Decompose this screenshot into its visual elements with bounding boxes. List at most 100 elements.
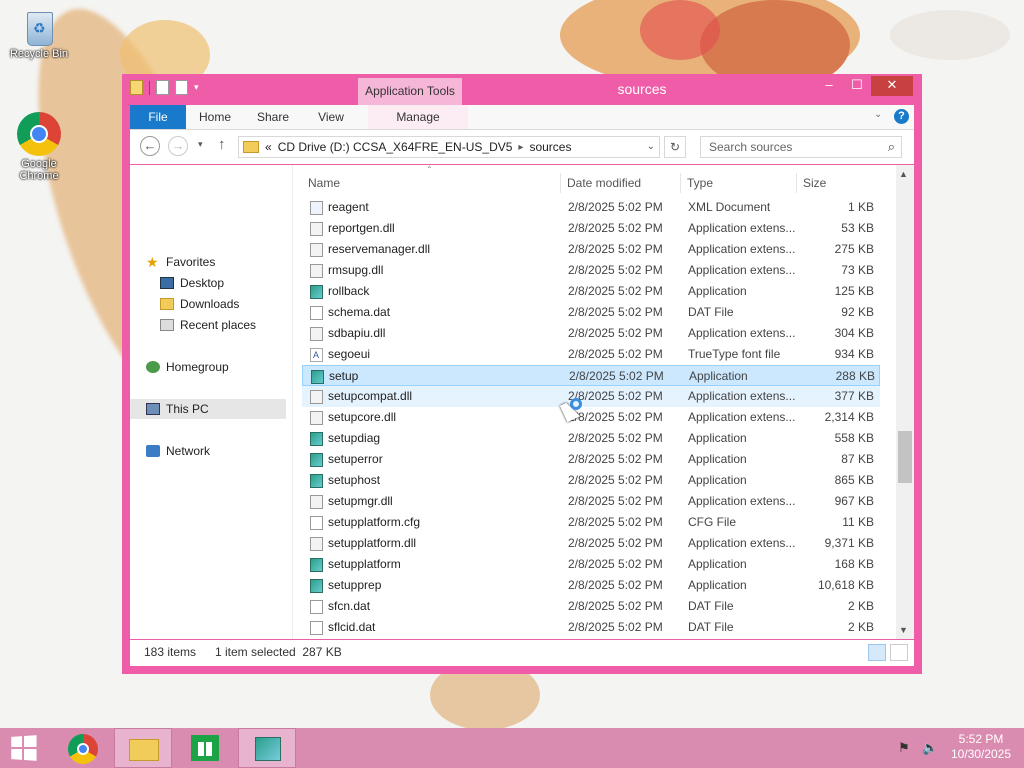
setup-icon [255, 737, 281, 761]
taskbar-file-explorer[interactable] [114, 728, 172, 768]
file-size: 168 KB [834, 557, 874, 571]
file-row[interactable]: setupprep 2/8/2025 5:02 PM Application 10,6… [302, 575, 880, 596]
nav-item-recent-places[interactable]: Recent places [160, 315, 256, 335]
nav-item-desktop[interactable]: Desktop [160, 273, 224, 293]
file-date: 2/8/2025 5:02 PM [568, 263, 663, 277]
app-file-icon [310, 474, 323, 488]
up-button[interactable]: ↑ [218, 136, 226, 153]
help-icon[interactable]: ? [894, 109, 909, 124]
address-dropdown-icon[interactable]: ⌄ [647, 141, 655, 152]
file-name: sdbapiu.dll [328, 326, 386, 340]
refresh-button[interactable]: ↻ [664, 136, 686, 158]
tab-share[interactable]: Share [246, 105, 300, 129]
file-row[interactable]: setupmgr.dll 2/8/2025 5:02 PM Application … [302, 491, 880, 512]
dll-file-icon [310, 264, 323, 278]
desktop-icon-recycle-bin[interactable]: Recycle Bin [4, 6, 74, 60]
tab-view[interactable]: View [306, 105, 356, 129]
file-size: 377 KB [834, 389, 874, 403]
file-row[interactable]: segoeui 2/8/2025 5:02 PM TrueType font fil… [302, 344, 880, 366]
title-bar[interactable]: ▾ Application Tools sources – ☐ ✕ [122, 74, 922, 106]
nav-item-homegroup[interactable]: Homegroup [146, 357, 229, 377]
file-row[interactable]: setup 2/8/2025 5:02 PM Application 288 KB [302, 365, 880, 386]
file-row[interactable]: reagent 2/8/2025 5:02 PM XML Document 1 KB [302, 197, 880, 218]
file-row[interactable]: setupdiag 2/8/2025 5:02 PM Application 558 … [302, 428, 880, 449]
file-row[interactable]: sflcid.dat 2/8/2025 5:02 PM DAT File 2 KB [302, 617, 880, 638]
nav-item-network[interactable]: Network [146, 441, 210, 461]
file-row[interactable]: rmsupg.dll 2/8/2025 5:02 PM Application ex… [302, 260, 880, 281]
forward-button[interactable]: → [168, 136, 188, 156]
back-button[interactable]: ← [140, 136, 160, 156]
file-row[interactable]: setupcore.dll 2/8/2025 5:02 PM Application… [302, 407, 880, 428]
file-row[interactable]: setupplatform.dll 2/8/2025 5:02 PM Applica… [302, 533, 880, 554]
file-row[interactable]: schema.dat 2/8/2025 5:02 PM DAT File 92 KB [302, 302, 880, 323]
column-header-type[interactable]: Type [680, 173, 796, 193]
file-type: Application [688, 557, 747, 571]
desktop-icon-label: Recycle Bin [9, 48, 69, 60]
scroll-up-icon[interactable]: ▲ [899, 169, 908, 179]
chevron-down-icon[interactable]: ▾ [194, 82, 199, 93]
column-header-date[interactable]: Date modified [560, 173, 680, 193]
file-name: reportgen.dll [328, 221, 395, 235]
file-row[interactable]: reportgen.dll 2/8/2025 5:02 PM Application… [302, 218, 880, 239]
taskbar-setup[interactable] [238, 728, 296, 768]
breadcrumb-drive[interactable]: CD Drive (D:) CCSA_X64FRE_EN-US_DV5 [278, 140, 513, 154]
breadcrumb-overflow[interactable]: « [265, 140, 272, 154]
taskbar-chrome[interactable] [56, 728, 114, 768]
desktop-icon-google-chrome[interactable]: Google Chrome [4, 112, 74, 182]
maximize-button[interactable]: ☐ [843, 76, 871, 96]
file-row[interactable]: setuperror 2/8/2025 5:02 PM Application 87 … [302, 449, 880, 470]
dll-file-icon [310, 222, 323, 236]
file-row[interactable]: reservemanager.dll 2/8/2025 5:02 PM Applic… [302, 239, 880, 260]
chrome-icon [17, 112, 61, 156]
nav-item-this-pc[interactable]: This PC [130, 399, 286, 419]
file-size: 2,314 KB [824, 410, 874, 424]
file-date: 2/8/2025 5:02 PM [568, 620, 663, 634]
nav-item-favorites[interactable]: ★ Favorites [146, 252, 215, 272]
expand-ribbon-icon[interactable]: ⌄ [874, 109, 882, 120]
file-row[interactable]: rollback 2/8/2025 5:02 PM Application 125 K… [302, 281, 880, 302]
clock[interactable]: 5:52 PM 10/30/2025 [950, 732, 1012, 762]
file-row[interactable]: setuphost 2/8/2025 5:02 PM Application 865 … [302, 470, 880, 491]
file-name: reagent [328, 200, 369, 214]
file-row[interactable]: sdbapiu.dll 2/8/2025 5:02 PM Application e… [302, 323, 880, 344]
action-center-icon[interactable]: ⚑ [898, 740, 910, 756]
folder-icon[interactable] [130, 80, 143, 95]
nav-item-downloads[interactable]: Downloads [160, 294, 239, 314]
contextual-tab-group: Application Tools [358, 78, 462, 106]
scrollbar-thumb[interactable] [898, 431, 912, 483]
close-button[interactable]: ✕ [871, 76, 913, 96]
search-input[interactable]: Search sources ⌕ [700, 136, 902, 158]
scroll-down-icon[interactable]: ▼ [899, 625, 908, 635]
search-icon[interactable]: ⌕ [888, 139, 895, 155]
tab-file[interactable]: File [130, 105, 186, 129]
large-icons-view-button[interactable] [890, 644, 908, 661]
file-row[interactable]: setupplatform 2/8/2025 5:02 PM Application… [302, 554, 880, 575]
breadcrumb-sources[interactable]: sources [529, 140, 571, 154]
item-count: 183 items [144, 645, 197, 659]
tab-home[interactable]: Home [190, 105, 240, 129]
start-button[interactable] [11, 735, 39, 761]
file-size: 9,371 KB [824, 536, 874, 550]
breadcrumb-separator-icon[interactable]: ▸ [518, 142, 523, 153]
file-name: setup [329, 369, 359, 383]
app-file-icon [310, 432, 323, 446]
volume-muted-icon[interactable]: 🔈 [922, 740, 938, 756]
address-bar[interactable]: « CD Drive (D:) CCSA_X64FRE_EN-US_DV5 ▸ … [238, 136, 660, 158]
file-type: Application extens... [688, 410, 796, 424]
column-header-size[interactable]: Size [796, 173, 876, 193]
minimize-button[interactable]: – [815, 76, 843, 96]
file-row[interactable]: setupplatform.cfg 2/8/2025 5:02 PM CFG Fil… [302, 512, 880, 533]
recent-locations-dropdown[interactable]: ▾ [198, 139, 203, 150]
details-view-button[interactable] [868, 644, 886, 661]
vertical-scrollbar[interactable]: ▲ ▼ [896, 165, 914, 639]
new-folder-icon[interactable] [175, 80, 188, 95]
file-row[interactable]: sfcn.dat 2/8/2025 5:02 PM DAT File 2 KB [302, 596, 880, 617]
column-header-name[interactable]: Name [302, 173, 560, 193]
file-type: Application extens... [688, 536, 796, 550]
file-row[interactable]: setupcompat.dll 2/8/2025 5:02 PM Applicati… [302, 386, 880, 407]
tab-manage[interactable]: Manage [368, 105, 468, 129]
properties-icon[interactable] [156, 80, 169, 95]
file-name: setupplatform [328, 557, 401, 571]
taskbar-store[interactable] [176, 728, 234, 768]
file-date: 2/8/2025 5:02 PM [568, 578, 663, 592]
